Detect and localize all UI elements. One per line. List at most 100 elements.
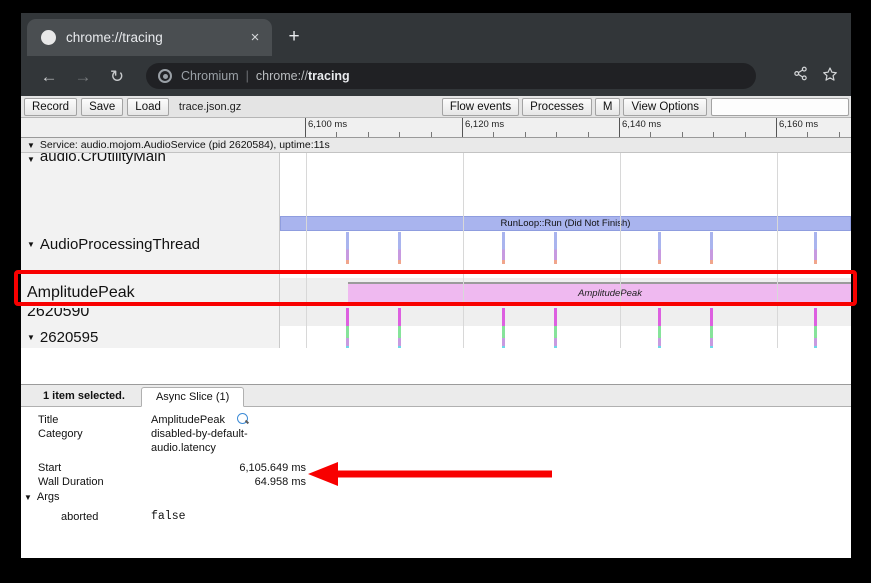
chevron-down-icon[interactable]: ▼ [24,493,32,502]
reload-icon[interactable]: ↻ [100,68,134,85]
track-canvas-amplitudepeak[interactable]: AmplitudePeak [279,278,851,308]
chevron-down-icon[interactable]: ▼ [27,333,35,342]
detail-value: 64.958 ms [151,475,306,489]
load-button[interactable]: Load [127,98,169,116]
grid-line [463,211,464,278]
slice-tick[interactable] [554,308,557,326]
slice-tick[interactable] [346,232,349,264]
detail-row-title: Title AmplitudePeak [21,413,851,427]
trace-file-name: trace.json.gz [179,101,241,113]
slice-tick[interactable] [814,232,817,264]
nav-right-icons [785,56,845,96]
new-tab-button[interactable]: + [283,27,305,49]
chevron-down-icon[interactable]: ▼ [27,240,35,249]
ruler-ticks: 6,100 ms6,120 ms6,140 ms6,160 ms [279,118,851,137]
metrics-button[interactable]: M [595,98,621,116]
track-canvas-audio-crutilitymain[interactable] [279,153,851,211]
grid-line [620,278,621,308]
detail-row-start: Start 6,105.649 ms [21,461,851,475]
slice-tick[interactable] [346,326,349,348]
track-label-2620595: ▼ 2620595 [21,326,279,348]
slice-tick[interactable] [658,326,661,348]
slice-tick[interactable] [502,232,505,264]
ruler-tick-label: 6,120 ms [465,119,504,130]
omnibox-url: chrome://tracing [256,69,350,83]
browser-tab-tracing[interactable]: chrome://tracing × [27,19,272,56]
detail-row-wall-duration: Wall Duration 64.958 ms [21,475,851,489]
grid-line [306,326,307,348]
tracing-toolbar: Record Save Load trace.json.gz Flow even… [21,96,851,118]
slice-tick[interactable] [658,232,661,264]
ruler-major-tick: 6,140 ms [619,118,620,137]
tab-async-slice[interactable]: Async Slice (1) [141,387,244,407]
track-audio-crutilitymain[interactable]: ▼ audio.CrUtilityMain [21,153,851,211]
slice-tick[interactable] [710,308,713,326]
args-section-header[interactable]: ▼ Args [21,489,851,506]
ruler-minor-tick [650,132,651,137]
slice-tick[interactable] [502,326,505,348]
chevron-down-icon[interactable]: ▼ [27,141,35,150]
details-panel: 1 item selected. Async Slice (1) Title A… [21,384,851,558]
tab-favicon-icon [41,30,56,45]
slice-runloop-run[interactable]: RunLoop::Run (Did Not Finish) [280,216,851,231]
detail-key: Category [21,427,151,455]
detail-value: 6,105.649 ms [151,461,306,475]
slice-tick[interactable] [398,232,401,264]
slice-tick[interactable] [398,326,401,348]
ruler-minor-tick [368,132,369,137]
track-canvas-audioprocessingthread[interactable]: RunLoop::Run (Did Not Finish) [279,211,851,278]
slice-tick[interactable] [398,308,401,326]
close-icon[interactable]: × [246,30,264,45]
detail-value: false [151,510,851,524]
slice-tick[interactable] [814,308,817,326]
detail-key: Wall Duration [21,475,151,489]
flow-events-button[interactable]: Flow events [442,98,519,116]
slice-tick[interactable] [346,308,349,326]
slice-tick[interactable] [554,326,557,348]
ruler-minor-tick [525,132,526,137]
tracks-area: ▼ audio.CrUtilityMain ▼ AudioProcessingT… [21,153,851,348]
track-name: AudioProcessingThread [40,236,200,253]
slice-tick[interactable] [554,232,557,264]
slice-tick[interactable] [658,308,661,326]
track-name: audio.CrUtilityMain [40,153,166,165]
slice-tick[interactable] [814,326,817,348]
details-tab-bar: 1 item selected. Async Slice (1) [21,385,851,407]
process-header[interactable]: ▼ Service: audio.mojom.AudioService (pid… [21,138,851,153]
star-icon[interactable] [815,66,845,87]
grid-line [777,308,778,326]
search-input[interactable] [711,98,849,116]
share-icon[interactable] [785,66,815,86]
address-bar[interactable]: Chromium | chrome://tracing [146,63,756,89]
magnifier-icon[interactable] [237,413,248,424]
detail-value-text: AmplitudePeak [151,414,225,426]
slice-tick[interactable] [710,232,713,264]
save-button[interactable]: Save [81,98,123,116]
timeline-ruler[interactable]: 6,100 ms6,120 ms6,140 ms6,160 ms [21,118,851,138]
ruler-major-tick: 6,120 ms [462,118,463,137]
track-2620595[interactable]: ▼ 2620595 [21,326,851,348]
view-options-button[interactable]: View Options [623,98,707,116]
track-amplitudepeak[interactable]: AmplitudePeak AmplitudePeak [21,278,851,308]
track-audioprocessingthread[interactable]: ▼ AudioProcessingThread RunLoop::Run (Di… [21,211,851,278]
ruler-minor-tick [431,132,432,137]
grid-line [620,326,621,348]
ruler-minor-tick [556,132,557,137]
track-2620590[interactable]: 2620590 [21,308,851,326]
track-canvas-2620590[interactable] [279,308,851,326]
track-canvas-2620595[interactable] [279,326,851,348]
grid-line [463,326,464,348]
slice-tick[interactable] [502,308,505,326]
processes-button[interactable]: Processes [522,98,592,116]
tracing-app: Record Save Load trace.json.gz Flow even… [21,96,851,558]
back-icon[interactable]: ← [32,68,66,85]
ruler-minor-tick [336,132,337,137]
record-button[interactable]: Record [24,98,77,116]
args-label: Args [37,491,60,503]
slice-amplitudepeak[interactable]: AmplitudePeak [348,282,851,302]
ruler-tick-label: 6,100 ms [308,119,347,130]
forward-icon[interactable]: → [66,68,100,85]
slice-tick[interactable] [710,326,713,348]
omnibox-separator: | [246,69,249,83]
chevron-down-icon[interactable]: ▼ [27,155,35,164]
